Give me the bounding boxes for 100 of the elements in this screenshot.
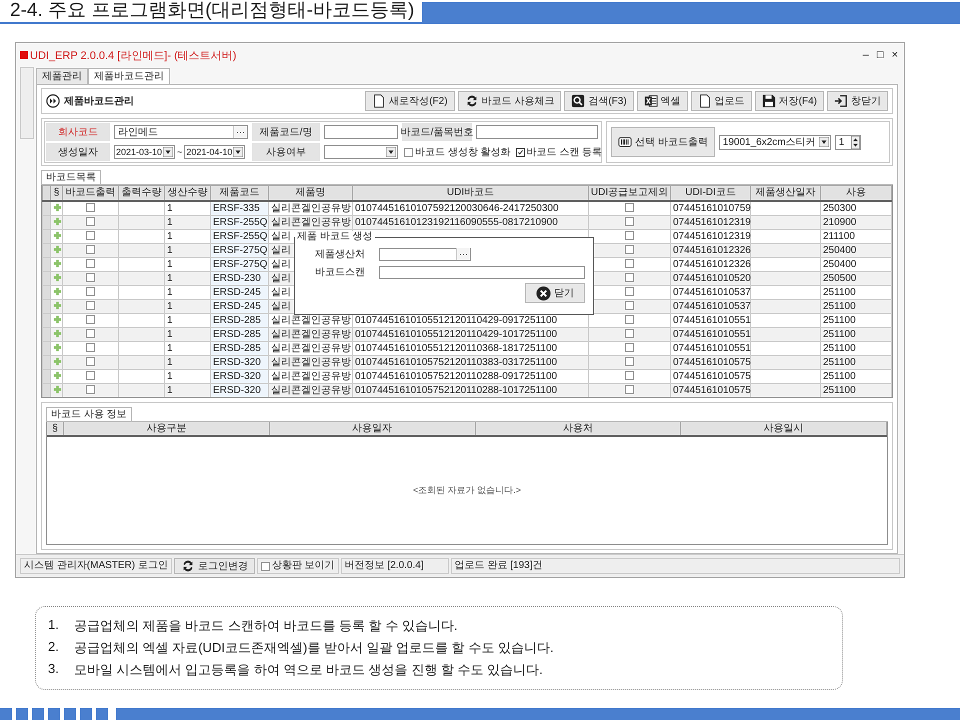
column-header[interactable]: 출력수량 (118, 186, 164, 201)
checkbox[interactable] (86, 203, 95, 212)
tab[interactable]: 바코드목록 (41, 170, 101, 184)
column-header[interactable]: 사용 (820, 186, 892, 201)
checkbox[interactable] (86, 245, 95, 254)
toolbar-button[interactable]: 검색(F3) (564, 91, 634, 111)
toolbar-button[interactable]: 저장(F4) (754, 91, 824, 111)
checkbox[interactable] (625, 273, 634, 282)
column-header[interactable]: 사용처 (476, 422, 682, 435)
switch-login-button[interactable]: 로그인변경 (174, 558, 255, 574)
template-dropdown[interactable]: 19001_6x2cm스티커 (718, 134, 831, 150)
checkbox[interactable] (86, 371, 95, 380)
table-cell: 실리 (271, 286, 291, 298)
checkbox[interactable] (625, 301, 634, 310)
checkbox[interactable] (625, 315, 634, 324)
column-header[interactable]: 제품코드 (210, 186, 268, 201)
checkbox[interactable] (86, 385, 95, 394)
toolbar-button[interactable]: 바코드 사용체크 (458, 91, 562, 111)
table-cell: 01074451610105752120110383-0317251100 (355, 356, 558, 368)
checkbox[interactable] (625, 357, 634, 366)
copies-spinner[interactable]: 1 (834, 134, 861, 150)
checkbox[interactable] (404, 148, 413, 156)
tab[interactable]: 제품바코드관리 (88, 68, 170, 84)
plus-icon[interactable] (53, 259, 62, 268)
column-header[interactable]: 제품명 (268, 186, 352, 201)
checkbox[interactable] (86, 287, 95, 296)
window-control[interactable]: – (860, 49, 871, 61)
checkbox[interactable] (625, 287, 634, 296)
checkbox[interactable] (516, 148, 525, 156)
checkbox[interactable] (625, 259, 634, 268)
tab[interactable]: 제품관리 (36, 68, 88, 84)
search-icon (571, 94, 586, 108)
browse-button[interactable]: ··· (456, 248, 470, 260)
plus-icon[interactable] (53, 357, 62, 366)
checkbox[interactable] (625, 343, 634, 352)
column-header[interactable]: UDI공급보고제외 (588, 186, 670, 201)
date-field[interactable]: 2021-04-10 (184, 145, 246, 159)
plus-icon[interactable] (53, 217, 62, 226)
table-cell: 실리콘겔인공유방 (271, 314, 351, 326)
plus-icon[interactable] (53, 273, 62, 282)
window-control[interactable]: × (890, 49, 900, 61)
spreadsheet-icon (644, 94, 658, 108)
column-header[interactable]: 사용일시 (681, 422, 887, 435)
plus-icon[interactable] (53, 231, 62, 240)
plus-icon[interactable] (53, 371, 62, 380)
plus-icon[interactable] (53, 287, 62, 296)
toolbar-button[interactable]: 창닫기 (827, 91, 888, 111)
dropdown[interactable] (324, 145, 398, 159)
input-field[interactable] (476, 125, 598, 139)
checkbox[interactable] (86, 259, 95, 268)
checkbox[interactable] (625, 385, 634, 394)
table-cell: 1 (167, 230, 173, 242)
plus-icon[interactable] (53, 245, 62, 254)
input-field[interactable] (379, 266, 585, 278)
checkbox[interactable] (625, 203, 634, 212)
table-cell: 실리콘겔인공유방 (271, 328, 351, 340)
column-header[interactable]: 바코드출력 (62, 186, 118, 201)
input-field[interactable] (324, 125, 398, 139)
plus-icon[interactable] (53, 203, 62, 212)
plus-icon[interactable] (53, 385, 62, 394)
tab[interactable]: 바코드 사용 정보 (46, 407, 132, 421)
column-header[interactable]: § (47, 422, 64, 435)
status-text: 버전정보 [2.0.0.4] (340, 558, 449, 574)
date-field[interactable]: 2021-03-10 (114, 145, 176, 159)
column-header[interactable]: 제품생산일자 (750, 186, 820, 201)
column-header[interactable]: 생산수량 (164, 186, 210, 201)
checkbox[interactable] (86, 217, 95, 226)
checkbox[interactable] (86, 273, 95, 282)
column-header[interactable]: UDI바코드 (352, 186, 588, 201)
column-header[interactable]: 사용구분 (64, 422, 270, 435)
checkbox[interactable] (86, 315, 95, 324)
checkbox[interactable] (260, 562, 270, 570)
plus-icon[interactable] (53, 315, 62, 324)
close-button[interactable]: 닫기 (525, 283, 585, 303)
checkbox[interactable] (86, 301, 95, 310)
window-control[interactable]: □ (874, 49, 886, 61)
column-header[interactable]: UDI-DI코드 (670, 186, 750, 201)
toolbar-button[interactable]: 업로드 (690, 91, 752, 111)
toolbar-button[interactable]: 엑셀 (636, 91, 688, 111)
table-cell: 07445161010575 (673, 384, 751, 396)
column-header[interactable]: 사용일자 (270, 422, 476, 435)
checkbox[interactable] (86, 231, 95, 240)
checkbox[interactable] (625, 371, 634, 380)
print-button[interactable]: 선택 바코드출력 (611, 127, 715, 157)
browse-button[interactable]: ··· (233, 126, 247, 138)
checkbox[interactable] (625, 329, 634, 338)
checkbox[interactable] (625, 217, 634, 226)
checkbox[interactable] (86, 329, 95, 338)
toolbar-button[interactable]: 새로작성(F2) (365, 91, 455, 111)
plus-icon[interactable] (53, 329, 62, 338)
checkbox[interactable] (625, 231, 634, 240)
checkbox[interactable] (86, 357, 95, 366)
plus-icon[interactable] (53, 343, 62, 352)
input-field[interactable]: ··· (379, 248, 471, 260)
checkbox[interactable] (625, 245, 634, 254)
company-code-field[interactable]: 라인메드 ··· (114, 125, 248, 139)
plus-icon[interactable] (53, 301, 62, 310)
table-cell: 1 (167, 244, 173, 256)
checkbox[interactable] (86, 343, 95, 352)
column-header[interactable]: § (50, 186, 62, 201)
